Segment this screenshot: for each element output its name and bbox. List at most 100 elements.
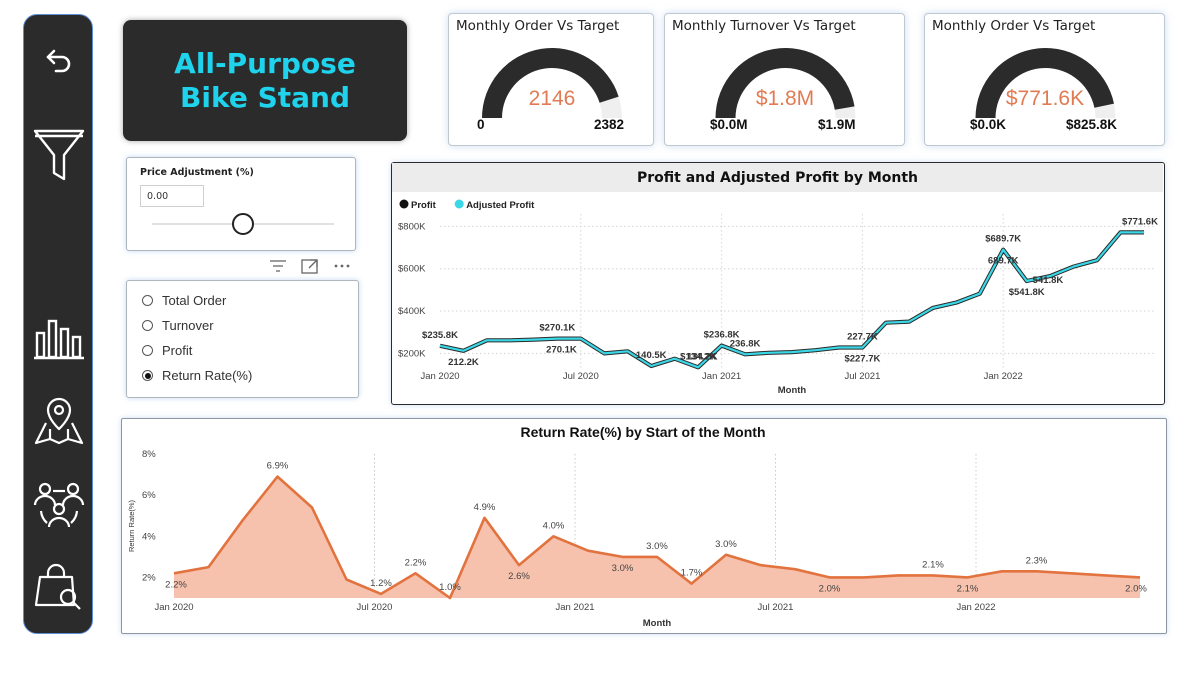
radio-profit[interactable]: Profit xyxy=(142,343,192,358)
return-rate-chart: Return Rate(%) by Start of the Month Jan … xyxy=(127,424,1147,629)
y-tick-label: 8% xyxy=(142,449,156,460)
measure-selector: Total Order Turnover Profit Return Rate(… xyxy=(126,280,359,398)
gauge-min: $0.0K xyxy=(970,117,1007,132)
back-icon xyxy=(46,49,71,73)
x-tick-label: Jan 2020 xyxy=(154,602,193,613)
customers-icon xyxy=(33,482,85,528)
map-page-button[interactable] xyxy=(24,395,94,447)
x-tick-label: Jan 2022 xyxy=(984,371,1023,382)
data-label: $771.6K xyxy=(1122,216,1158,227)
data-label: $227.7K xyxy=(844,354,880,365)
product-title-card: All-Purpose Bike Stand xyxy=(123,20,407,141)
data-label: 140.5K xyxy=(636,350,667,361)
gauge-value: 2146 xyxy=(528,87,576,110)
gauge-min: $0.0M xyxy=(710,117,748,132)
y-tick-label: $800K xyxy=(398,221,426,232)
data-label: 1.7% xyxy=(681,568,703,579)
data-label: 2.3% xyxy=(1026,555,1048,566)
radio-label: Profit xyxy=(162,343,193,358)
gauge-max: 2382 xyxy=(594,117,625,132)
data-label: 4.0% xyxy=(543,520,565,531)
data-label: 541.8K xyxy=(1033,275,1064,286)
data-label: $541.8K xyxy=(1009,287,1045,298)
gauge-value: $771.6K xyxy=(1005,87,1085,110)
radio-button[interactable] xyxy=(142,370,153,381)
profit-chart-card[interactable]: Profit and Adjusted Profit by Month Prof… xyxy=(391,162,1165,405)
x-tick-label: Jul 2020 xyxy=(563,371,599,382)
gauge-min: 0 xyxy=(477,117,485,132)
radio-total-order[interactable]: Total Order xyxy=(142,293,226,308)
x-axis-title: Month xyxy=(643,618,672,629)
radio-button[interactable] xyxy=(142,320,153,331)
overview-page-button[interactable] xyxy=(24,315,94,361)
legend-marker xyxy=(399,199,409,209)
radio-turnover[interactable]: Turnover xyxy=(142,318,214,333)
y-tick-label: $600K xyxy=(398,264,426,275)
x-tick-label: Jul 2021 xyxy=(844,371,880,382)
data-label: 270.1K xyxy=(546,345,577,356)
back-button[interactable] xyxy=(24,43,94,77)
price-adjustment-slicer: Price Adjustment (%) xyxy=(126,157,356,251)
data-label: 3.0% xyxy=(715,539,737,550)
filter-icon xyxy=(33,129,85,181)
gauge-card-turnover[interactable]: Monthly Turnover Vs Target $1.8M $0.0M $… xyxy=(664,13,905,146)
x-tick-label: Jul 2021 xyxy=(758,602,794,613)
y-tick-label: 6% xyxy=(142,490,156,501)
y-tick-label: $200K xyxy=(398,348,426,359)
radio-label: Turnover xyxy=(162,318,214,333)
data-label: 2.1% xyxy=(957,583,979,594)
radio-button[interactable] xyxy=(142,345,153,356)
slider-thumb[interactable] xyxy=(232,213,254,235)
x-tick-label: Jan 2021 xyxy=(702,371,741,382)
radio-button[interactable] xyxy=(142,295,153,306)
y-tick-label: 2% xyxy=(142,572,156,583)
gauge-card-profit[interactable]: Monthly Order Vs Target $771.6K $0.0K $8… xyxy=(924,13,1165,146)
data-label: 1.0% xyxy=(439,582,461,593)
data-label: 227.7K xyxy=(847,332,878,343)
gauge-value: $1.8M xyxy=(755,87,815,110)
data-label: 2.1% xyxy=(922,559,944,570)
y-axis-title: Return Rate(%) xyxy=(127,499,136,552)
return-rate-area xyxy=(174,476,1140,598)
product-search-icon xyxy=(34,563,81,610)
more-options-icon[interactable] xyxy=(333,263,351,269)
filter-lines-icon[interactable] xyxy=(269,259,287,273)
customers-page-button[interactable] xyxy=(24,477,94,533)
products-page-button[interactable] xyxy=(24,563,94,611)
y-tick-label: 4% xyxy=(142,531,156,542)
data-label: 2.2% xyxy=(405,557,427,568)
visual-header-toolbar xyxy=(262,256,358,276)
x-axis-title: Month xyxy=(778,385,807,396)
filter-button[interactable] xyxy=(24,127,94,185)
product-title: All-Purpose Bike Stand xyxy=(174,46,356,114)
radio-return-rate[interactable]: Return Rate(%) xyxy=(142,368,252,383)
legend-label: Adjusted Profit xyxy=(466,200,535,211)
sidebar xyxy=(23,14,93,634)
data-label: 3.0% xyxy=(612,563,634,574)
radio-label: Return Rate(%) xyxy=(162,368,253,383)
focus-mode-icon[interactable] xyxy=(301,258,319,274)
data-label: 2.2% xyxy=(165,579,187,590)
data-label: 2.0% xyxy=(819,583,841,594)
data-label: 212.2K xyxy=(448,357,479,368)
data-label: $689.7K xyxy=(985,234,1021,245)
data-label: 6.9% xyxy=(267,461,289,472)
data-label: 689.7K xyxy=(988,256,1019,267)
legend-label: Profit xyxy=(411,200,437,211)
gauge-card-orders[interactable]: Monthly Order Vs Target 2146 0 2382 xyxy=(448,13,654,146)
radio-label: Total Order xyxy=(162,293,227,308)
data-label: 4.9% xyxy=(474,502,496,513)
x-tick-label: Jan 2022 xyxy=(956,602,995,613)
gauge-turnover-chart xyxy=(715,48,856,119)
data-label: $235.8K xyxy=(422,330,458,341)
profit-chart: Profit Adjusted Profit $200K $400K $600K $800… xyxy=(398,199,1158,396)
data-label: 2.0% xyxy=(1125,583,1147,594)
return-rate-chart-card[interactable]: Return Rate(%) by Start of the Month Jan … xyxy=(121,418,1167,634)
gauge-profit-chart xyxy=(975,48,1116,119)
x-tick-label: Jan 2020 xyxy=(420,371,459,382)
slicer-label: Price Adjustment (%) xyxy=(140,167,254,178)
price-adjustment-input[interactable] xyxy=(140,185,204,207)
x-tick-label: Jan 2021 xyxy=(555,602,594,613)
data-label: 1.2% xyxy=(370,578,392,589)
y-tick-label: $400K xyxy=(398,306,426,317)
